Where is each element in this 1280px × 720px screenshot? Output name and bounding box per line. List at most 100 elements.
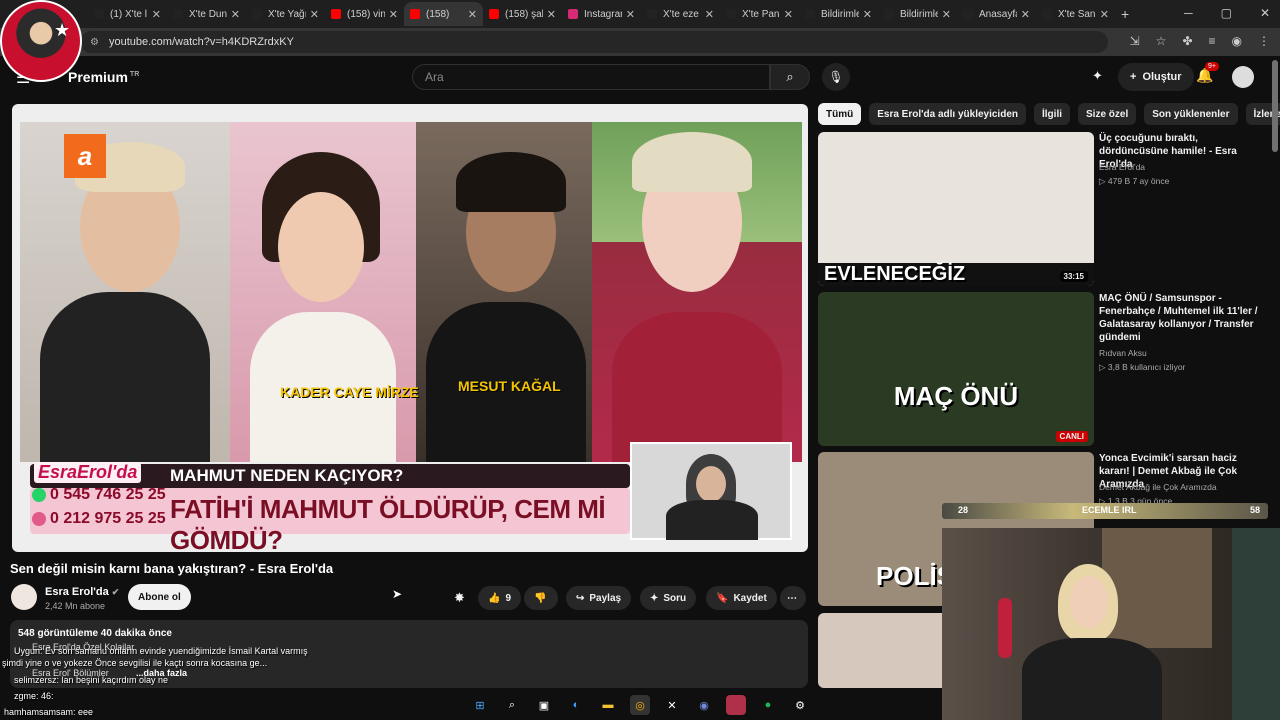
search-button[interactable]: ⌕ — [770, 64, 810, 90]
tab-favicon-icon — [647, 9, 657, 19]
browser-tab[interactable]: X'te San ✕ — [1036, 2, 1115, 26]
tab-label: X'te eze — [663, 8, 699, 20]
bookmark-star-icon[interactable]: ☆ — [1156, 34, 1167, 48]
extensions-icon[interactable]: ✤ — [1182, 34, 1192, 48]
ask-button[interactable]: ✦ Soru — [640, 586, 697, 610]
browser-tab[interactable]: Anasayfa ✕ — [957, 2, 1036, 26]
os-taskbar: ⊞ ⌕ ▣ ◐ ▬ ◎ ✕ ◉ ● ⚙ — [470, 690, 810, 720]
youtube-logo[interactable]: Premium TR — [68, 69, 139, 85]
recommended-channel[interactable]: Demet Akbağ ile Çok Aramızda — [1099, 482, 1217, 492]
profile-icon[interactable]: ◉ — [1232, 34, 1242, 48]
edge-icon[interactable]: ◐ — [566, 695, 586, 715]
close-tab-icon[interactable]: ✕ — [705, 8, 714, 21]
close-tab-icon[interactable]: ✕ — [310, 8, 319, 21]
tab-label: (158) — [426, 8, 450, 20]
sparkle-icon[interactable]: ✸ — [454, 590, 465, 606]
recommended-channel[interactable]: Esra Erol'da — [1099, 162, 1145, 172]
page-scrollbar[interactable] — [1272, 60, 1278, 152]
user-avatar[interactable] — [1232, 66, 1254, 88]
create-button[interactable]: + Oluştur — [1118, 63, 1194, 91]
close-tab-icon[interactable]: ✕ — [1021, 8, 1030, 21]
site-info-icon[interactable]: ⚙ — [90, 37, 99, 48]
tab-label: (1) X'te l — [110, 8, 147, 20]
share-icon: ↪ — [576, 592, 585, 604]
browser-tab[interactable]: X'te Yağı ✕ — [246, 2, 325, 26]
discord-icon[interactable]: ◉ — [694, 695, 714, 715]
url-field[interactable]: ⚙ youtube.com/watch?v=h4KDRZrdxKY — [80, 31, 1108, 53]
recommended-video[interactable]: MAÇ ÖNÜ CANLI MAÇ ÖNÜ / Samsunspor - Fener… — [818, 292, 1274, 446]
share-button[interactable]: ↪ Paylaş — [566, 586, 632, 610]
stream-left-value: 28 — [958, 505, 969, 515]
atv-logo-text: a — [77, 140, 93, 171]
close-tab-icon[interactable]: ✕ — [863, 8, 872, 21]
close-tab-icon[interactable]: ✕ — [468, 8, 477, 21]
like-button[interactable]: 👍 9 — [478, 586, 522, 610]
close-tab-icon[interactable]: ✕ — [547, 8, 556, 21]
panel-label-2: MESUT KAĞAL — [458, 378, 561, 394]
filter-chip[interactable]: Tümü — [818, 103, 862, 125]
task-view-icon[interactable]: ▣ — [534, 695, 554, 715]
close-tab-icon[interactable]: ✕ — [1100, 8, 1109, 21]
chat-message-3: selimzersz: lan beşini kaçırdım olay ne — [14, 675, 169, 685]
more-actions-button[interactable]: ⋯ — [780, 586, 806, 610]
close-tab-icon[interactable]: ✕ — [389, 8, 398, 21]
video-inset — [630, 442, 792, 540]
browser-menu-icon[interactable]: ⋮ — [1258, 34, 1270, 48]
close-tab-icon[interactable]: ✕ — [784, 8, 793, 21]
notifications-button[interactable]: 🔔 9+ — [1196, 62, 1219, 84]
install-icon[interactable]: ⇲ — [1130, 34, 1140, 48]
close-tab-icon[interactable]: ✕ — [152, 8, 161, 21]
browser-tab[interactable]: Instagram ✕ — [562, 2, 641, 26]
x-app-icon[interactable]: ✕ — [662, 695, 682, 715]
recommended-channel[interactable]: Rıdvan Aksu — [1099, 348, 1147, 358]
maximize-icon[interactable]: ▢ — [1221, 6, 1232, 20]
filter-chip[interactable]: İlgili — [1034, 103, 1070, 125]
settings-taskbar-icon[interactable]: ⚙ — [790, 695, 810, 715]
browser-tab[interactable]: X'te Pan ✕ — [720, 2, 799, 26]
video-player[interactable]: a KADER CAYE MİRZE MESUT KAĞAL MAHMUT NE… — [12, 104, 808, 552]
bookmark-icon: 🔖 — [716, 592, 729, 604]
voice-search-button[interactable]: 🎙 — [822, 63, 850, 91]
filter-chip[interactable]: Esra Erol'da adlı yükleyiciden — [869, 103, 1026, 125]
tab-label: X'te Dun — [189, 8, 227, 20]
app-red-icon[interactable] — [726, 695, 746, 715]
filter-chip[interactable]: Son yüklenenler — [1144, 103, 1238, 125]
cast-icon[interactable]: ✦ — [1092, 68, 1103, 84]
folder-icon[interactable]: ▬ — [598, 695, 618, 715]
video-thumbnail[interactable]: MAÇ ÖNÜ CANLI — [818, 292, 1094, 446]
browser-tab[interactable]: (158) ✕ — [404, 2, 483, 26]
mic-icon: 🎙 — [828, 70, 844, 84]
video-thumbnail[interactable]: EVLENECEĞİZ 33:15 — [818, 132, 1094, 286]
chrome-icon[interactable]: ◎ — [630, 695, 650, 715]
minimize-icon[interactable]: ─ — [1184, 6, 1193, 20]
channel-avatar[interactable] — [11, 584, 37, 610]
recommended-video[interactable]: EVLENECEĞİZ 33:15 Üç çocuğunu bıraktı, dör… — [818, 132, 1274, 286]
window-controls: ─ ▢ ✕ — [1184, 6, 1270, 20]
spotify-icon[interactable]: ● — [758, 695, 778, 715]
close-window-icon[interactable]: ✕ — [1260, 6, 1270, 20]
windows-start-icon[interactable]: ⊞ — [470, 695, 490, 715]
tab-favicon-icon — [963, 9, 973, 19]
browser-tab[interactable]: (158) vin ✕ — [325, 2, 404, 26]
recommended-title[interactable]: MAÇ ÖNÜ / Samsunspor - Fenerbahçe / Muht… — [1099, 292, 1269, 344]
browser-tab[interactable]: X'te Dun ✕ — [167, 2, 246, 26]
save-button[interactable]: 🔖 Kaydet — [706, 586, 777, 610]
create-label: Oluştur — [1142, 71, 1182, 83]
browser-tab[interactable]: Bildirimle ✕ — [878, 2, 957, 26]
search-input[interactable]: Ara — [412, 64, 770, 90]
browser-tab[interactable]: (1) X'te l ✕ — [88, 2, 167, 26]
tab-favicon-icon — [173, 9, 183, 19]
dislike-button[interactable]: 👎 — [524, 586, 558, 610]
close-tab-icon[interactable]: ✕ — [942, 8, 951, 21]
browser-tab[interactable]: Bildirimle ✕ — [799, 2, 878, 26]
search-taskbar-icon[interactable]: ⌕ — [502, 695, 522, 715]
media-icon[interactable]: ≡ — [1209, 34, 1216, 48]
channel-name[interactable]: Esra Erol'da ✔ — [45, 586, 119, 598]
close-tab-icon[interactable]: ✕ — [626, 8, 635, 21]
browser-tab[interactable]: X'te eze ✕ — [641, 2, 720, 26]
new-tab-icon[interactable]: + — [1121, 6, 1129, 22]
subscribe-button[interactable]: Abone ol — [128, 584, 191, 610]
filter-chip[interactable]: Size özel — [1078, 103, 1137, 125]
browser-tab[interactable]: (158) şal ✕ — [483, 2, 562, 26]
close-tab-icon[interactable]: ✕ — [231, 8, 240, 21]
